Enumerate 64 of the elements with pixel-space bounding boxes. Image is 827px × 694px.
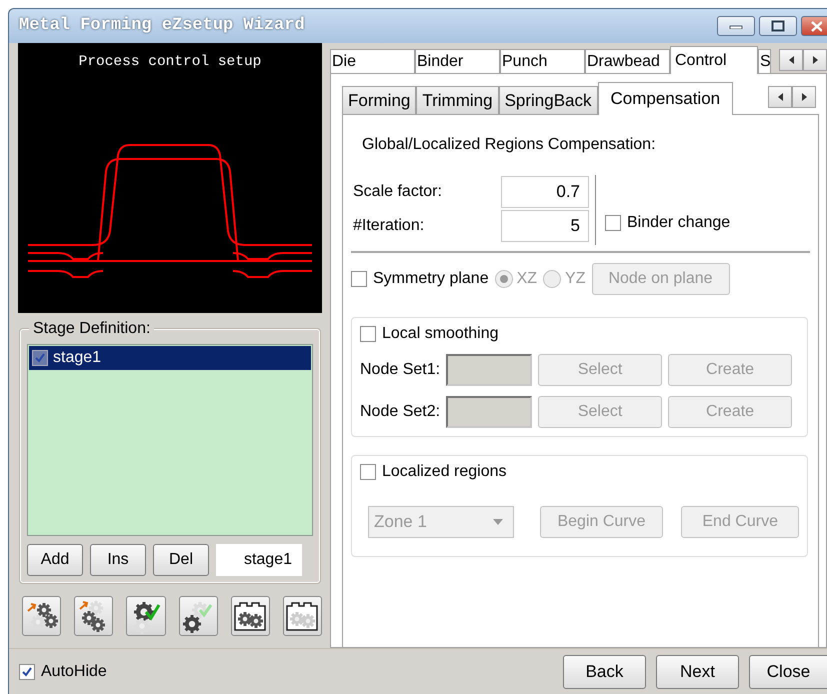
checkbox-label: Symmetry plane — [373, 269, 489, 289]
stage-button[interactable]: Del — [153, 544, 209, 576]
stage-button[interactable]: Add — [27, 544, 83, 576]
checkbox[interactable] — [360, 464, 376, 480]
window-title: Metal Forming eZsetup Wizard — [19, 15, 305, 38]
tab[interactable]: Drawbead — [585, 49, 670, 73]
maximize-button[interactable] — [759, 16, 797, 36]
scroll-right-button[interactable] — [792, 86, 816, 108]
tab[interactable]: Punch — [500, 49, 585, 73]
tab[interactable]: Trimming — [416, 86, 499, 114]
checkbox-label: Binder change — [627, 213, 730, 233]
radio-label: XZ — [516, 269, 538, 289]
checkbox[interactable] — [605, 215, 621, 231]
field-label: Node Set1: — [360, 360, 440, 380]
tab[interactable]: Binder — [415, 49, 500, 73]
footer-button[interactable]: Next — [656, 654, 739, 688]
toolbar-button[interactable] — [126, 596, 166, 636]
toolbar-button[interactable] — [22, 596, 62, 636]
close-button[interactable] — [801, 16, 827, 36]
toolbar-button[interactable] — [230, 596, 270, 636]
scroll-right-button[interactable] — [803, 49, 827, 71]
node-set-field[interactable] — [446, 396, 532, 428]
number-field[interactable]: 5 — [501, 210, 589, 242]
tab[interactable]: Control — [670, 46, 758, 74]
scroll-left-button[interactable] — [768, 86, 792, 108]
toolbar-button[interactable] — [74, 596, 114, 636]
tab[interactable]: SpringBack — [498, 86, 598, 114]
footer-button[interactable]: Back — [563, 654, 646, 688]
radio-label: YZ — [565, 269, 586, 289]
scroll-left-button[interactable] — [779, 49, 803, 71]
stage-name-field[interactable]: stage1 — [216, 544, 302, 576]
tab[interactable]: Compensation — [598, 82, 734, 115]
preview-caption: Process control setup — [78, 53, 262, 72]
number-field[interactable]: 0.7 — [501, 176, 589, 208]
checkbox[interactable] — [351, 271, 367, 287]
toolbar-button[interactable] — [282, 596, 322, 636]
field-label: Node Set2: — [360, 402, 440, 422]
minimize-icon — [729, 23, 743, 29]
tab[interactable]: Die — [330, 49, 415, 73]
field-label: Scale factor: — [352, 182, 443, 202]
minimize-button[interactable] — [717, 16, 755, 36]
scroll-left-icon — [787, 55, 795, 65]
checkbox[interactable] — [19, 664, 35, 680]
scroll-right-icon — [800, 92, 808, 102]
tab[interactable]: Forming — [342, 86, 416, 114]
checkbox-label: Local smoothing — [382, 324, 499, 344]
node-set-field[interactable] — [446, 354, 532, 386]
field-label: #Iteration: — [352, 216, 426, 236]
stage-button[interactable]: Ins — [90, 544, 146, 576]
tab[interactable]: S — [758, 49, 771, 73]
checkbox[interactable] — [32, 350, 48, 366]
radio-button[interactable] — [543, 270, 562, 288]
footer-button[interactable]: Close — [749, 654, 827, 688]
checkbox-label: Localized regions — [382, 462, 507, 482]
scroll-left-icon — [776, 92, 784, 102]
stage-list-item[interactable]: stage1 — [29, 346, 311, 370]
radio-button[interactable] — [494, 270, 513, 288]
section-heading: Global/Localized Regions Compensation: — [362, 135, 657, 155]
toolbar-button[interactable] — [178, 596, 218, 636]
scroll-right-icon — [811, 55, 819, 65]
maximize-icon — [771, 20, 785, 32]
checkbox-label: AutoHide — [41, 662, 107, 682]
checkbox[interactable] — [360, 326, 376, 342]
caret-icon — [492, 519, 503, 525]
